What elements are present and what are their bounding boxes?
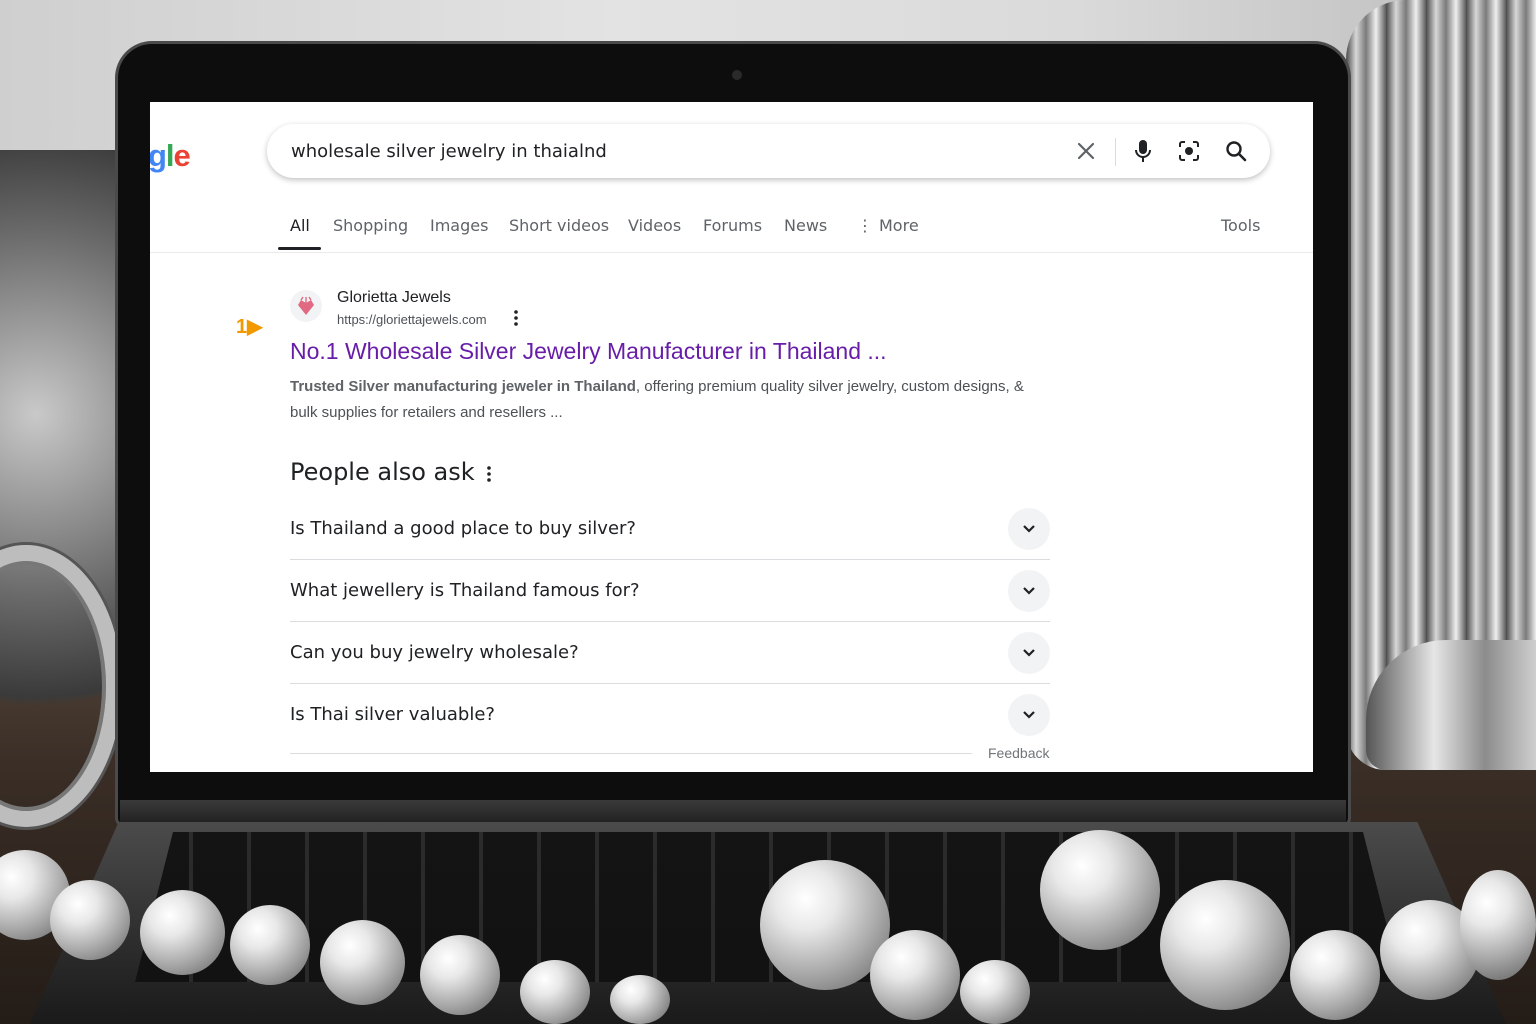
pearl: [1290, 930, 1380, 1020]
pearl: [960, 960, 1030, 1024]
paa-question-text: Can you buy jewelry wholesale?: [290, 642, 579, 663]
pearl: [230, 905, 310, 985]
result-options-icon[interactable]: [514, 310, 518, 326]
tab-short-videos[interactable]: Short videos: [509, 216, 609, 235]
chevron-down-icon[interactable]: [1008, 694, 1050, 736]
paa-question-1[interactable]: Is Thailand a good place to buy silver?: [290, 498, 1050, 560]
result-title-link[interactable]: No.1 Wholesale Silver Jewelry Manufactur…: [290, 338, 887, 365]
more-dots-icon: ⋮: [857, 216, 873, 235]
search-box[interactable]: wholesale silver jewelry in thaialnd: [267, 124, 1270, 178]
paa-question-4[interactable]: Is Thai silver valuable?: [290, 684, 1050, 745]
paa-question-2[interactable]: What jewellery is Thailand famous for?: [290, 560, 1050, 622]
pearl: [610, 975, 670, 1024]
feedback-divider: [290, 753, 972, 754]
chevron-down-icon[interactable]: [1008, 632, 1050, 674]
rank-marker: 1▶: [236, 314, 263, 339]
result-site-name[interactable]: Glorietta Jewels: [337, 289, 451, 307]
chevron-down-icon[interactable]: [1008, 508, 1050, 550]
pearl: [50, 880, 130, 960]
clear-icon[interactable]: [1073, 138, 1099, 164]
tab-more-label: More: [879, 216, 919, 235]
chevron-down-icon[interactable]: [1008, 570, 1050, 612]
microphone-icon[interactable]: [1130, 138, 1156, 164]
search-icon[interactable]: [1223, 138, 1249, 164]
tools-button[interactable]: Tools: [1221, 216, 1260, 235]
tab-shopping[interactable]: Shopping: [333, 216, 408, 235]
tab-all[interactable]: All: [290, 216, 310, 235]
search-divider: [1115, 138, 1116, 166]
browser-screen: ogle wholesale silver jewelry in thaialn…: [150, 102, 1313, 772]
result-url[interactable]: https://gloriettajewels.com: [337, 312, 487, 327]
pearl: [870, 930, 960, 1020]
arrow-right-icon: ▶: [247, 316, 263, 338]
pearl: [1040, 830, 1160, 950]
paa-options-icon[interactable]: [487, 466, 491, 482]
pearl: [1160, 880, 1290, 1010]
pearl: [420, 935, 500, 1015]
pearl: [140, 890, 225, 975]
feedback-link[interactable]: Feedback: [988, 745, 1049, 761]
paa-question-text: What jewellery is Thailand famous for?: [290, 580, 640, 601]
google-logo[interactable]: ogle: [150, 138, 191, 174]
snippet-bold: Trusted Silver manufacturing jeweler in …: [290, 378, 636, 395]
pearl: [1460, 870, 1536, 980]
tab-videos[interactable]: Videos: [628, 216, 681, 235]
tab-more[interactable]: ⋮ More: [857, 216, 919, 235]
webcam-icon: [732, 70, 742, 80]
rank-number: 1: [236, 316, 248, 338]
tab-news[interactable]: News: [784, 216, 827, 235]
pearl: [520, 960, 590, 1024]
search-input[interactable]: wholesale silver jewelry in thaialnd: [291, 141, 607, 162]
pearl: [320, 920, 405, 1005]
tab-images[interactable]: Images: [430, 216, 488, 235]
active-tab-indicator: [278, 247, 321, 250]
tab-forums[interactable]: Forums: [703, 216, 762, 235]
paa-question-text: Is Thai silver valuable?: [290, 704, 495, 725]
camera-lens-icon[interactable]: [1176, 138, 1202, 164]
site-favicon-icon: [290, 290, 322, 322]
people-also-ask-list: Is Thailand a good place to buy silver? …: [290, 498, 1050, 745]
paa-question-3[interactable]: Can you buy jewelry wholesale?: [290, 622, 1050, 684]
search-tabs: All Shopping Images Short videos Videos …: [150, 206, 1313, 253]
result-snippet: Trusted Silver manufacturing jeweler in …: [290, 374, 1030, 426]
paa-question-text: Is Thailand a good place to buy silver?: [290, 518, 636, 539]
people-also-ask-title: People also ask: [290, 458, 475, 486]
